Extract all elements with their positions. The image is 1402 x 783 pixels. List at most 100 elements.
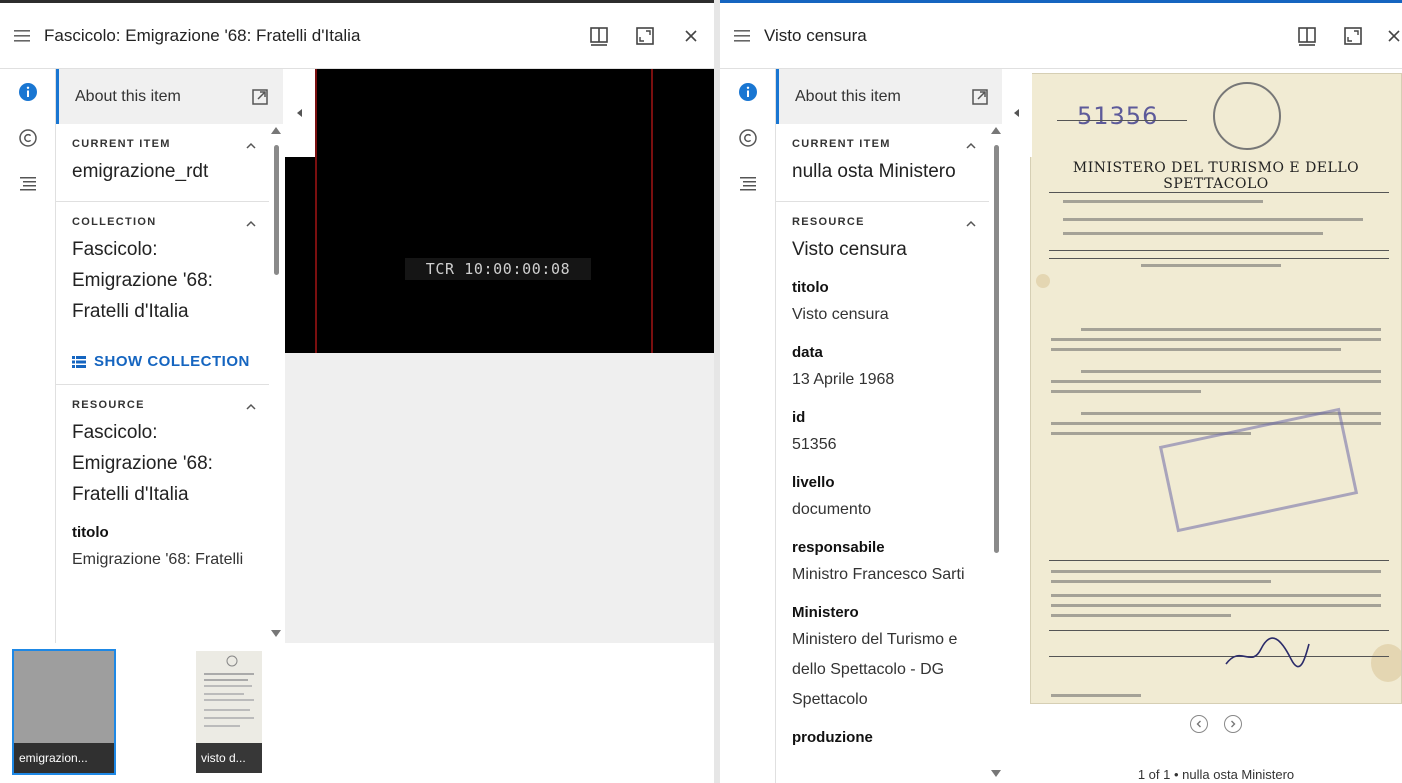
left-info-panel: About this item CURRENT ITEM emigrazione…	[55, 69, 283, 643]
panel-scrollbar[interactable]	[989, 69, 1003, 783]
thumbnail-caption: visto d...	[196, 743, 262, 773]
text-line	[1051, 338, 1381, 341]
chevron-up-icon[interactable]	[245, 401, 257, 413]
text-line	[1049, 250, 1389, 251]
chevron-up-icon[interactable]	[965, 140, 977, 152]
meta-value: Visto censura	[792, 306, 889, 323]
split-view-icon[interactable]	[576, 16, 622, 56]
show-collection-button[interactable]: SHOW COLLECTION	[72, 353, 269, 370]
text-line	[1051, 594, 1381, 597]
scroll-down-arrow[interactable]	[271, 630, 281, 637]
panel-scrollbar[interactable]	[269, 69, 283, 643]
collection-value: Fascicolo: Emigrazione '68: Fratelli d'I…	[72, 239, 213, 322]
resource-section: RESOURCE Visto censura titolo Visto cens…	[776, 202, 989, 760]
collection-section: COLLECTION Fascicolo: Emigrazione '68: F…	[56, 202, 269, 385]
window-title: Visto censura	[764, 25, 867, 45]
maximize-icon[interactable]	[1330, 16, 1376, 56]
document-viewer: 51356 MINISTERO DEL TURISMO E DELLO SPET…	[1002, 69, 1402, 783]
paper-stain	[1036, 274, 1050, 288]
resource-value: Visto censura	[792, 239, 907, 260]
caret-left-icon	[297, 109, 302, 117]
state-seal-icon	[1213, 82, 1281, 150]
right-info-panel: About this item CURRENT ITEM nulla osta …	[775, 69, 1003, 783]
meta-label: titolo	[72, 524, 109, 541]
text-line	[1049, 258, 1389, 259]
meta-value: 51356	[792, 436, 837, 453]
text-line	[1051, 614, 1231, 617]
video-frame[interactable]: TCR 10:00:00:08	[285, 69, 714, 353]
close-icon[interactable]	[668, 16, 714, 56]
thumbnail-item[interactable]: emigrazion...	[12, 649, 116, 775]
scroll-thumb[interactable]	[994, 145, 999, 553]
chevron-left-icon	[1196, 720, 1201, 728]
info-icon[interactable]	[0, 69, 55, 115]
left-window: Fascicolo: Emigrazione '68: Fratelli d'I…	[0, 0, 714, 783]
next-page-button[interactable]	[1224, 715, 1242, 733]
page-navigation	[1030, 715, 1402, 733]
video-scanline	[315, 69, 317, 353]
current-item-section: CURRENT ITEM nulla osta Ministero	[776, 124, 989, 202]
about-this-item-header: About this item	[776, 69, 1003, 124]
menu-icon[interactable]	[720, 29, 764, 42]
scroll-up-arrow[interactable]	[271, 127, 281, 134]
section-label: RESOURCE	[72, 399, 145, 411]
maximize-icon[interactable]	[622, 16, 668, 56]
meta-label: produzione	[792, 729, 873, 746]
document-number: 51356	[1077, 102, 1159, 130]
collapse-panel-button[interactable]	[285, 69, 315, 157]
video-viewer: TCR 10:00:00:08	[285, 69, 714, 643]
meta-value: Ministero del Turismo e dello Spettacolo…	[792, 631, 958, 708]
open-external-icon[interactable]	[971, 88, 989, 106]
scroll-down-arrow[interactable]	[991, 770, 1001, 777]
thumbnail-caption: emigrazion...	[14, 743, 114, 773]
open-external-icon[interactable]	[251, 88, 269, 106]
text-line	[1051, 604, 1381, 607]
ministry-heading: MINISTERO DEL TURISMO E DELLO SPETTACOLO	[1072, 160, 1360, 192]
index-icon[interactable]	[0, 161, 55, 207]
text-line	[1063, 218, 1363, 221]
text-line	[1051, 580, 1271, 583]
meta-value: Ministro Francesco Sarti	[792, 566, 965, 583]
about-title: About this item	[75, 87, 181, 105]
close-icon[interactable]	[1376, 16, 1402, 56]
right-window: Visto censura About this item CURRENT IT…	[720, 0, 1402, 783]
text-line	[1081, 328, 1381, 331]
section-label: CURRENT ITEM	[72, 138, 171, 150]
collapse-panel-button[interactable]	[1002, 69, 1032, 157]
section-label: CURRENT ITEM	[792, 138, 891, 150]
show-collection-label: SHOW COLLECTION	[94, 353, 250, 370]
chevron-up-icon[interactable]	[245, 218, 257, 230]
text-line	[1063, 200, 1263, 203]
text-line	[1081, 370, 1381, 373]
copyright-icon[interactable]	[0, 115, 55, 161]
thumbnail-item[interactable]: visto d...	[196, 651, 262, 773]
info-icon[interactable]	[720, 69, 775, 115]
chevron-up-icon[interactable]	[965, 218, 977, 230]
list-icon	[72, 355, 86, 368]
paper-stain	[1371, 644, 1401, 682]
scroll-thumb[interactable]	[274, 145, 279, 275]
resource-section: RESOURCE Fascicolo: Emigrazione '68: Fra…	[56, 385, 269, 589]
split-view-icon[interactable]	[1284, 16, 1330, 56]
previous-page-button[interactable]	[1190, 715, 1208, 733]
copyright-icon[interactable]	[720, 115, 775, 161]
meta-label: id	[792, 409, 806, 426]
index-icon[interactable]	[720, 161, 775, 207]
chevron-up-icon[interactable]	[245, 140, 257, 152]
text-line	[1051, 390, 1201, 393]
right-titlebar: Visto censura	[720, 3, 1402, 69]
meta-value: 13 Aprile 1968	[792, 371, 895, 388]
menu-icon[interactable]	[0, 29, 44, 42]
signature-icon	[1225, 637, 1310, 668]
text-line	[1051, 380, 1381, 383]
scroll-up-arrow[interactable]	[991, 127, 1001, 134]
right-icon-rail	[720, 69, 775, 783]
left-titlebar: Fascicolo: Emigrazione '68: Fratelli d'I…	[0, 3, 714, 69]
document-image[interactable]: 51356 MINISTERO DEL TURISMO E DELLO SPET…	[1030, 73, 1402, 704]
text-line	[1051, 348, 1341, 351]
text-line	[1063, 232, 1323, 235]
section-label: RESOURCE	[792, 216, 865, 228]
text-line	[1049, 630, 1389, 631]
text-line	[1051, 570, 1381, 573]
meta-label: titolo	[792, 279, 829, 296]
